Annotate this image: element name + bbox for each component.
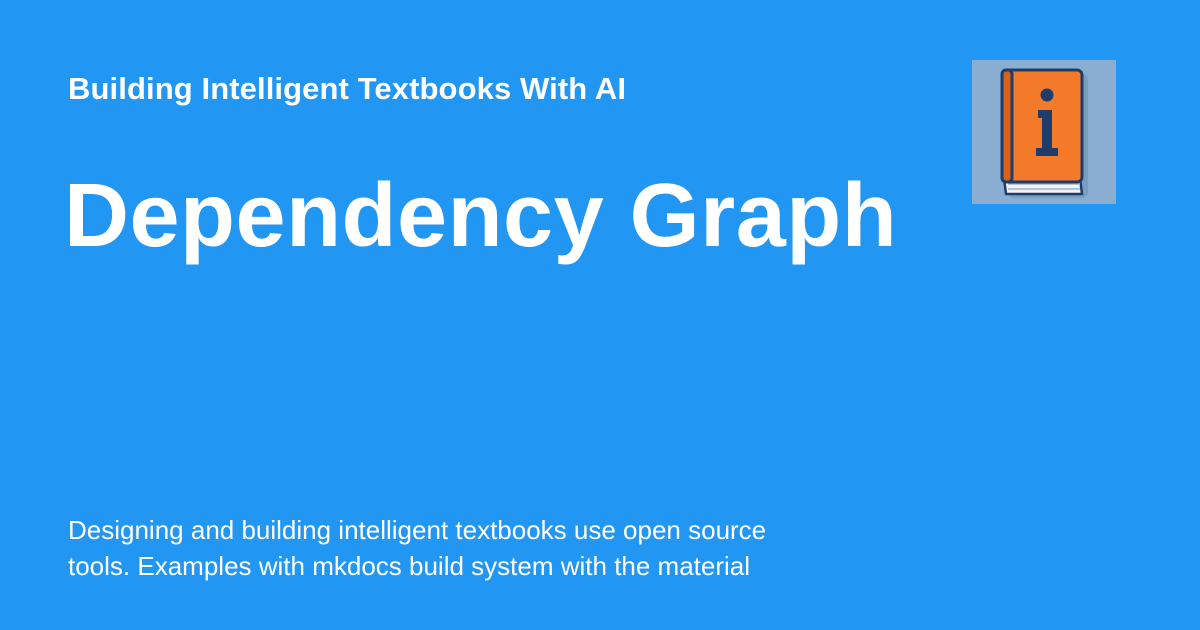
info-book-icon: [1000, 68, 1088, 198]
page-description: Designing and building intelligent textb…: [68, 515, 767, 581]
site-name: Building Intelligent Textbooks With AI: [68, 71, 627, 106]
page-title: Dependency Graph: [64, 166, 898, 266]
logo: [972, 60, 1116, 204]
